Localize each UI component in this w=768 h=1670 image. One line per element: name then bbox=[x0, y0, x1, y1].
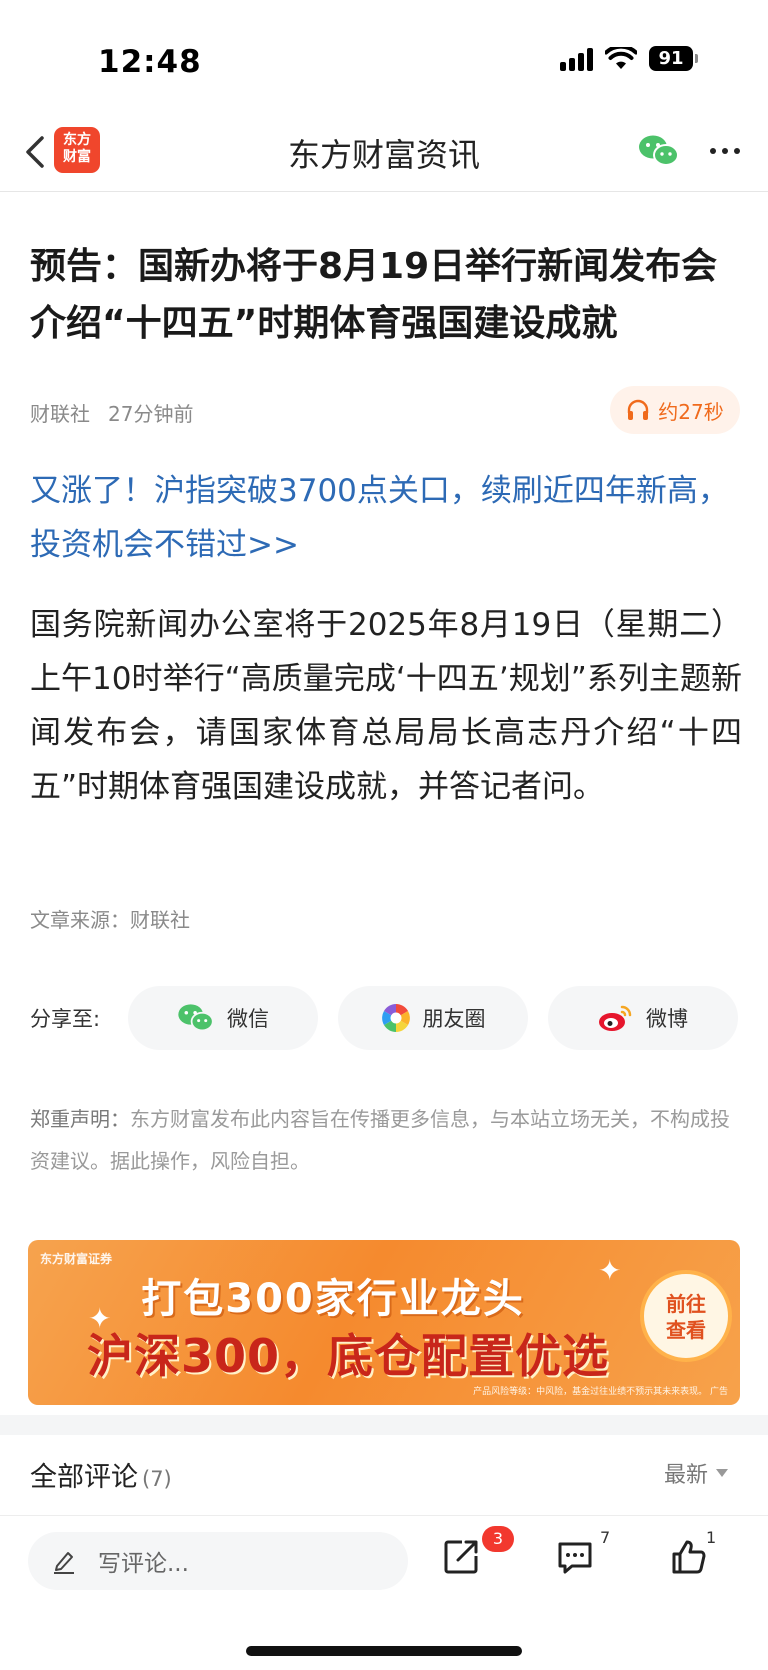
comment-count: 7 bbox=[600, 1528, 611, 1547]
nav-bar: 东方财富 东方财富资讯 bbox=[0, 110, 768, 192]
share-icon bbox=[444, 1540, 478, 1574]
banner-brand: 东方财富证券 bbox=[40, 1252, 113, 1266]
comments-button[interactable] bbox=[556, 1538, 594, 1580]
home-indicator bbox=[246, 1646, 522, 1656]
wechat-icon bbox=[178, 1004, 214, 1032]
comments-count: (7) bbox=[142, 1467, 172, 1491]
source-name: 财联社 bbox=[30, 402, 90, 426]
section-divider bbox=[0, 1415, 768, 1435]
comment-icon bbox=[558, 1542, 592, 1574]
comment-sort-select[interactable]: 最新 bbox=[664, 1457, 729, 1489]
moments-icon bbox=[381, 1004, 410, 1032]
headphones-icon bbox=[628, 399, 649, 420]
article-meta: 财联社 27分钟前 bbox=[30, 398, 193, 427]
banner-cta-line2: 查看 bbox=[666, 1318, 706, 1342]
banner-headline: 打包300家行业龙头 bbox=[141, 1276, 525, 1322]
caret-down-icon bbox=[716, 1469, 729, 1477]
cellular-signal-icon bbox=[560, 47, 593, 71]
audio-duration: 约27秒 bbox=[658, 399, 724, 424]
banner-risk-note: 产品风险等级：中风险，基金过往业绩不预示其未来表现。 广告 bbox=[473, 1387, 728, 1397]
share-weibo-button[interactable]: 微博 bbox=[548, 986, 738, 1050]
share-weibo-label: 微博 bbox=[646, 1007, 688, 1031]
comments-heading: 全部评论 (7) bbox=[30, 1455, 172, 1494]
banner-subheadline: 沪深300，底仓配置优选 bbox=[86, 1329, 610, 1383]
share-wechat-button[interactable]: 微信 bbox=[128, 986, 318, 1050]
battery-level: 91 bbox=[649, 46, 693, 71]
disclaimer-text: 东方财富发布此内容旨在传播更多信息，与本站立场无关，不构成投资建议。据此操作，风… bbox=[30, 1107, 730, 1173]
promo-link[interactable]: 又涨了！沪指突破3700点关口，续刷近四年新高，投资机会不错过>> bbox=[30, 464, 742, 572]
weibo-icon bbox=[599, 1005, 632, 1031]
more-icon[interactable] bbox=[710, 148, 740, 154]
bottom-action-bar: 写评论... 3 7 1 bbox=[0, 1515, 768, 1670]
wifi-icon bbox=[605, 46, 637, 71]
share-badge: 3 bbox=[482, 1526, 514, 1552]
share-button[interactable] bbox=[442, 1538, 480, 1580]
pencil-icon bbox=[54, 1552, 74, 1574]
banner-cta-button[interactable]: 前往 查看 bbox=[640, 1270, 732, 1362]
status-bar: 12:48 91 bbox=[0, 0, 768, 120]
status-icons: 91 bbox=[560, 46, 698, 71]
comments-title: 全部评论 bbox=[30, 1462, 138, 1493]
listen-audio-button[interactable]: 约27秒 bbox=[610, 386, 740, 434]
disclaimer: 郑重声明：东方财富发布此内容旨在传播更多信息，与本站立场无关，不构成投资建议。据… bbox=[30, 1098, 742, 1182]
like-count: 1 bbox=[706, 1528, 717, 1547]
ad-banner[interactable]: 东方财富证券 ✦ ✦ 打包300家行业龙头 沪深300，底仓配置优选 前往 查看… bbox=[28, 1240, 740, 1405]
share-moments-button[interactable]: 朋友圈 bbox=[338, 986, 528, 1050]
publish-time: 27分钟前 bbox=[108, 402, 194, 426]
wechat-share-icon[interactable] bbox=[638, 134, 680, 172]
share-wechat-label: 微信 bbox=[227, 1007, 269, 1031]
disclaimer-label: 郑重声明： bbox=[30, 1107, 130, 1131]
share-moments-label: 朋友圈 bbox=[422, 1007, 486, 1031]
like-button[interactable] bbox=[670, 1538, 708, 1580]
thumbs-up-icon bbox=[672, 1540, 706, 1574]
article-title: 预告：国新办将于8月19日举行新闻发布会 介绍“十四五”时期体育强国建设成就 bbox=[30, 246, 718, 344]
article-body: 国务院新闻办公室将于2025年8月19日（星期二）上午10时举行“高质量完成‘十… bbox=[30, 607, 742, 805]
status-time: 12:48 bbox=[98, 44, 202, 80]
article-source: 文章来源：财联社 bbox=[30, 908, 190, 932]
share-label: 分享至: bbox=[30, 1007, 101, 1031]
banner-cta-line1: 前往 bbox=[666, 1292, 706, 1316]
sort-label: 最新 bbox=[664, 1463, 709, 1488]
battery-icon: 91 bbox=[649, 46, 698, 71]
comment-placeholder: 写评论... bbox=[98, 1551, 189, 1577]
comment-input[interactable]: 写评论... bbox=[28, 1532, 408, 1590]
